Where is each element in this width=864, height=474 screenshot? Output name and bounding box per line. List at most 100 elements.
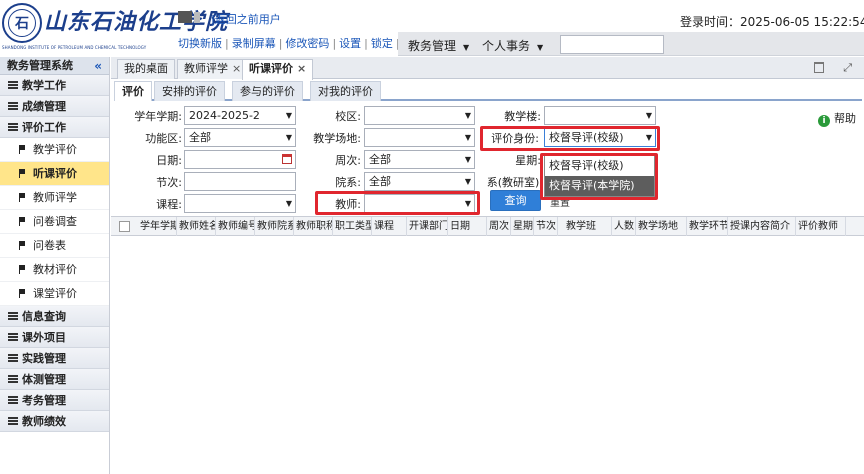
menu-personal-affairs[interactable]: 个人事务 ▼ (482, 37, 543, 54)
course-label: 课程: (156, 198, 182, 211)
calendar-icon[interactable] (282, 154, 292, 164)
sidebar-item-textbook-eval[interactable]: 教材评价 (0, 258, 109, 282)
list-icon (8, 396, 18, 404)
col-teacher-name[interactable]: 教师姓名 (177, 217, 216, 236)
header-links: 切换新版|录制屏幕|修改密码|设置|锁定|注 (178, 35, 414, 51)
col-count[interactable]: 人数 (612, 217, 636, 236)
menu-academic-affairs[interactable]: 教务管理 ▼ (408, 37, 469, 54)
record-screen-link[interactable]: 录制屏幕 (232, 37, 276, 50)
logo-chinese-name: 山东石油化工学院 (44, 9, 229, 35)
flag-icon (19, 241, 26, 250)
sidebar-group-exam[interactable]: 考务管理 (0, 390, 109, 411)
sidebar-group-evaluation[interactable]: 评价工作 (0, 117, 109, 138)
term-label: 学年学期: (134, 110, 182, 123)
col-course[interactable]: 课程 (372, 217, 407, 236)
sidebar-group-teaching[interactable]: 教学工作 (0, 75, 109, 96)
col-venue[interactable]: 教学场地 (636, 217, 687, 236)
sidebar-group-grades[interactable]: 成绩管理 (0, 96, 109, 117)
return-previous-user-link[interactable]: |返回之前用户 (211, 11, 281, 27)
sub-tabbar: 评价 安排的评价 参与的评价 对我的评价 (114, 81, 862, 101)
subtab-participated[interactable]: 参与的评价 (232, 81, 303, 101)
switch-new-version-link[interactable]: 切换新版 (178, 37, 222, 50)
highlight-teacher-field (315, 191, 480, 215)
col-evaluator[interactable]: 评价教师 (796, 217, 846, 236)
top-menu-bar: 教务管理 ▼ 个人事务 ▼ (398, 32, 864, 56)
sidebar-group-practice[interactable]: 实践管理 (0, 348, 109, 369)
user-avatar (178, 11, 192, 23)
sidebar-group-info-query[interactable]: 信息查询 (0, 306, 109, 327)
header: 石 山东石油化工学院 SHANDONG INSTITUTE OF PETROLE… (0, 0, 864, 57)
col-date[interactable]: 日期 (448, 217, 487, 236)
col-term[interactable]: 学年学期 (138, 217, 177, 236)
building-label: 教学楼: (504, 110, 541, 123)
week-select[interactable]: 全部 ▼ (364, 150, 475, 169)
subtab-arranged[interactable]: 安排的评价 (154, 81, 225, 101)
col-teacher-dept[interactable]: 教师院系 (255, 217, 294, 236)
school-emblem-icon: 石 (2, 3, 42, 43)
term-select[interactable]: 2024-2025-2 ▼ (184, 106, 296, 125)
section-input[interactable] (184, 172, 296, 191)
sidebar-item-questionnaire[interactable]: 问卷表 (0, 234, 109, 258)
sidebar-item-teacher-eval-students[interactable]: 教师评学 (0, 186, 109, 210)
sidebar-item-lecture-eval[interactable]: 听课评价 (0, 162, 109, 186)
chevron-down-icon: ▼ (285, 199, 292, 208)
menu-search-input[interactable] (560, 35, 664, 54)
lock-link[interactable]: 锁定 (371, 37, 393, 50)
col-content-summary[interactable]: 授课内容简介 (728, 217, 796, 236)
info-icon: i (818, 115, 830, 127)
col-staff-type[interactable]: 职工类型 (333, 217, 372, 236)
col-offering-dept[interactable]: 开课部门 (407, 217, 448, 236)
chevron-down-icon: ▼ (285, 111, 292, 120)
flag-icon (19, 193, 26, 202)
page-tabbar: 我的桌面 教师评学 × 听课评价 × ⤢ (111, 57, 864, 80)
venue-select[interactable]: ▼ (364, 128, 475, 147)
chevron-down-icon: ▼ (645, 111, 652, 120)
list-icon (8, 312, 18, 320)
select-all-checkbox[interactable] (119, 221, 130, 232)
settings-link[interactable]: 设置 (339, 37, 361, 50)
col-section[interactable]: 节次 (534, 217, 558, 236)
main-content: 我的桌面 教师评学 × 听课评价 × ⤢ 评价 安排的评价 参与的评价 对我的评价 … (111, 57, 864, 474)
col-class[interactable]: 教学班 (558, 217, 612, 236)
collapse-icon[interactable]: « (94, 57, 102, 75)
campus-select[interactable]: ▼ (364, 106, 475, 125)
fullscreen-icon[interactable]: ⤢ (843, 61, 852, 75)
area-select[interactable]: 全部 ▼ (184, 128, 296, 147)
login-time: 登录时间：2025-06-05 15:22:54 (680, 15, 864, 29)
chevron-down-icon: ▼ (537, 43, 544, 52)
change-password-link[interactable]: 修改密码 (285, 37, 329, 50)
close-icon[interactable]: × (297, 62, 306, 75)
query-button[interactable]: 查询 (490, 190, 541, 211)
weekday-label: 星期: (515, 154, 541, 167)
area-label: 功能区: (145, 132, 182, 145)
building-select[interactable]: ▼ (544, 106, 656, 125)
col-teacher-id[interactable]: 教师编号 (216, 217, 255, 236)
sidebar-group-performance[interactable]: 教师绩效 (0, 411, 109, 432)
sidebar-item-teaching-eval[interactable]: 教学评价 (0, 138, 109, 162)
highlight-role-field (480, 126, 660, 151)
col-week[interactable]: 周次 (487, 217, 511, 236)
campus-label: 校区: (335, 110, 361, 123)
sidebar-group-fitness[interactable]: 体测管理 (0, 369, 109, 390)
sidebar-item-survey[interactable]: 问卷调查 (0, 210, 109, 234)
dept-label: 院系: (335, 176, 361, 189)
close-icon[interactable]: × (232, 62, 241, 75)
help-link[interactable]: i 帮助 (818, 110, 856, 127)
sidebar-group-extracurricular[interactable]: 课外项目 (0, 327, 109, 348)
tab-lecture-eval[interactable]: 听课评价 × (242, 59, 314, 80)
dept-select[interactable]: 全部 ▼ (364, 172, 475, 191)
tab-my-desktop[interactable]: 我的桌面 (117, 59, 175, 79)
subtab-evaluate[interactable]: 评价 (114, 81, 152, 101)
subtab-about-me[interactable]: 对我的评价 (310, 81, 381, 101)
sidebar: 教务管理系统 « 教学工作 成绩管理 评价工作 教学评价 听课评价 教师评学 问卷… (0, 57, 110, 474)
col-teacher-title[interactable]: 教师职称 (294, 217, 333, 236)
course-select[interactable]: ▼ (184, 194, 296, 213)
highlight-dropdown (540, 153, 658, 200)
col-teaching-link[interactable]: 教学环节 (687, 217, 728, 236)
sidebar-item-classroom-eval[interactable]: 课堂评价 (0, 282, 109, 306)
trash-icon[interactable] (814, 62, 824, 73)
col-weekday[interactable]: 星期 (511, 217, 534, 236)
chevron-down-icon: ▼ (464, 155, 471, 164)
date-input[interactable] (184, 150, 296, 169)
tab-teacher-eval[interactable]: 教师评学 × (177, 59, 249, 79)
